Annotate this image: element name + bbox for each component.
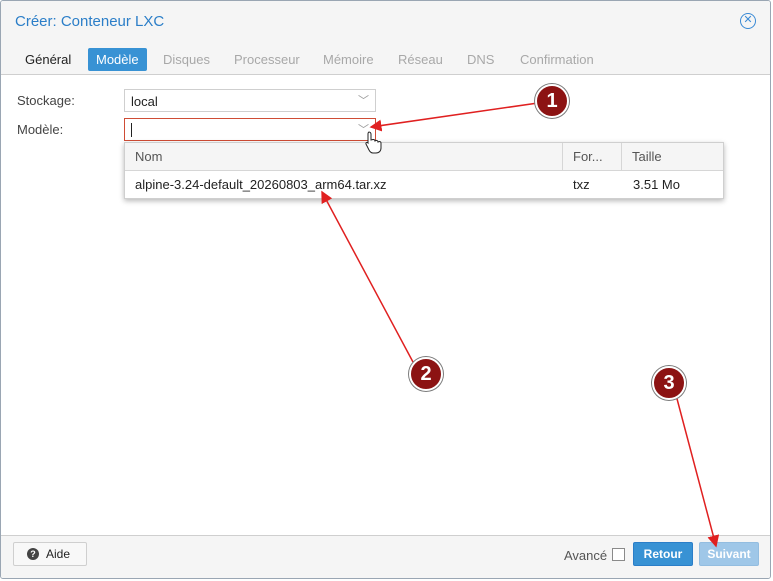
annotation-arrows: [321, 102, 720, 548]
step-marker-3: 3: [652, 366, 686, 400]
step-marker-2: 2: [409, 357, 443, 391]
step-marker-1: 1: [535, 84, 569, 118]
arrow-step-2: [321, 190, 414, 363]
cursor-hand-icon: [365, 131, 382, 154]
arrow-step-3: [675, 394, 720, 548]
arrow-step-1: [369, 102, 539, 132]
